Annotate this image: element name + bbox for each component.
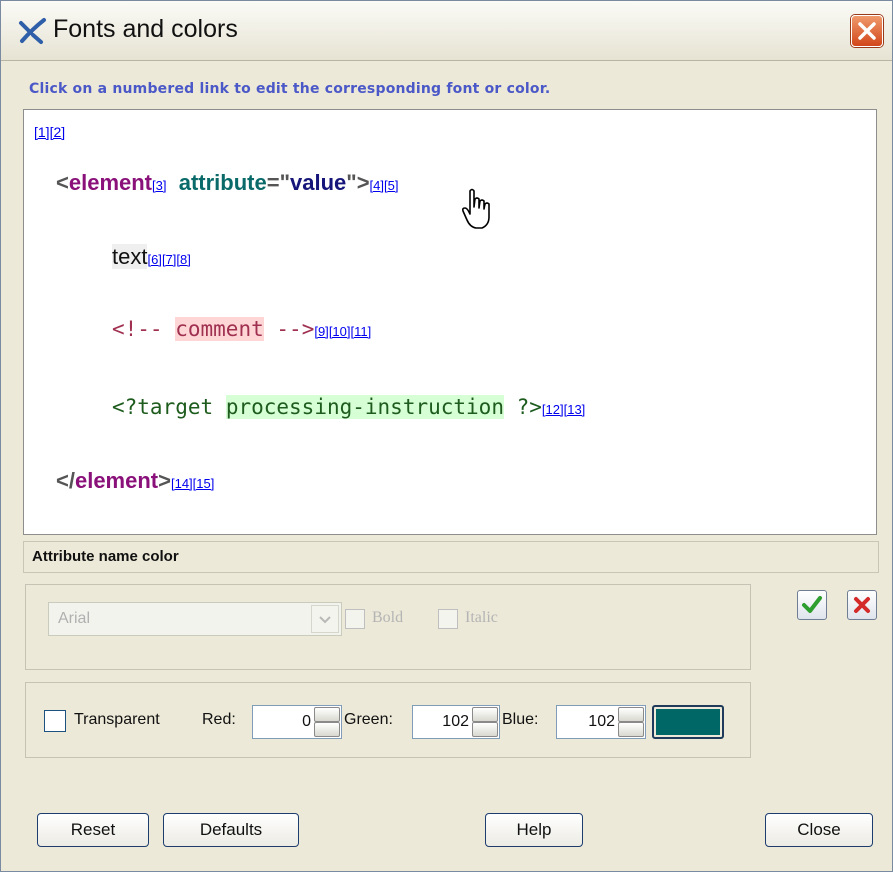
close-button[interactable]: Close [765,813,873,847]
transparent-label: Transparent [74,711,160,728]
link-15[interactable]: [15] [193,476,215,491]
window-close-button[interactable] [851,15,883,47]
color-swatch [656,709,720,735]
link-2[interactable]: [2] [50,124,66,140]
font-family-select[interactable]: Arial [48,602,342,636]
comment-body: comment [175,317,264,341]
link-7[interactable]: [7] [162,252,176,267]
cancel-edit-button[interactable] [847,590,877,620]
help-button[interactable]: Help [485,813,583,847]
element-open-line: <element[3] attribute="value">[4][5] [56,170,398,196]
blue-value: 102 [588,713,615,730]
blue-spinner[interactable]: 102 [556,705,646,739]
green-value: 102 [442,713,469,730]
close-element-name: element [74,468,159,493]
font-dropdown-button[interactable] [311,605,339,633]
fonts-and-colors-dialog: Fonts and colors Click on a numbered lin… [0,0,893,872]
link-4[interactable]: [4] [370,178,384,193]
spin-down-icon[interactable] [472,722,498,737]
blue-label: Blue: [502,711,539,728]
apply-button[interactable] [797,590,827,620]
processing-instruction-line: <?target processing-instruction ?>[12][1… [112,395,585,419]
comment-close: --> [276,317,315,341]
attribute-name: attribute [178,170,267,195]
font-group: Arial Bold Italic [25,584,751,670]
blue-spinner-arrows[interactable] [618,707,644,737]
spin-up-icon[interactable] [618,707,644,722]
color-group: Transparent Red: 0 Green: 102 Blue: 102 [25,682,751,758]
spin-up-icon[interactable] [314,707,340,722]
link-10[interactable]: [10] [329,324,351,339]
spin-up-icon[interactable] [472,707,498,722]
check-icon [802,596,822,613]
title-bar: Fonts and colors [1,1,892,61]
bold-checkbox[interactable] [345,609,365,629]
spin-down-icon[interactable] [314,722,340,737]
link-8[interactable]: [8] [176,252,190,267]
red-spinner-arrows[interactable] [314,707,340,737]
element-close-line: </element>[14][15] [56,468,214,494]
red-spinner[interactable]: 0 [252,705,342,739]
close-icon [858,22,876,40]
link-5[interactable]: [5] [384,178,398,193]
text-node: text [112,244,148,269]
selected-item-label: Attribute name color [23,541,879,573]
app-logo-icon [19,18,46,44]
green-label: Green: [344,711,393,728]
color-swatch-button[interactable] [652,705,724,739]
pi-open: <?target [112,395,214,419]
element-name: element [68,170,153,195]
bold-label: Bold [372,609,404,626]
text-node-line: text[6][7][8] [112,244,191,270]
green-spinner-arrows[interactable] [472,707,498,737]
document-links: [1][2] [34,124,65,140]
chevron-down-icon [319,616,331,624]
link-11[interactable]: [11] [351,324,372,339]
link-9[interactable]: [9] [314,324,328,339]
link-14[interactable]: [14] [171,476,193,491]
pi-close: ?> [516,395,542,419]
xml-preview-panel: [1][2] <element[3] attribute="value">[4]… [23,109,877,535]
link-6[interactable]: [6] [147,252,161,267]
tag-open-bracket: < [56,170,69,195]
green-spinner[interactable]: 102 [412,705,500,739]
link-13[interactable]: [13] [564,402,586,417]
link-12[interactable]: [12] [542,402,564,417]
pi-body: processing-instruction [225,395,504,419]
instruction-text: Click on a numbered link to edit the cor… [29,81,551,97]
red-value: 0 [302,713,311,730]
link-3[interactable]: [3] [152,178,166,193]
defaults-button[interactable]: Defaults [163,813,299,847]
window-title: Fonts and colors [53,15,238,43]
attribute-equals-quote: =" [266,170,290,195]
attribute-close-quote-bracket: "> [346,170,370,195]
link-1[interactable]: [1] [34,124,50,140]
spin-down-icon[interactable] [618,722,644,737]
hand-pointer-cursor-icon [461,188,490,229]
font-family-value: Arial [58,610,91,627]
reset-button[interactable]: Reset [37,813,149,847]
close-tag-bracket: > [158,468,171,493]
italic-label: Italic [465,609,498,626]
comment-open: <!-- [112,317,163,341]
transparent-checkbox[interactable] [44,710,66,732]
comment-line: <!-- comment -->[9][10][11] [112,317,371,341]
red-label: Red: [202,711,236,728]
close-tag-open-bracket: </ [56,468,75,493]
italic-checkbox[interactable] [438,609,458,629]
attribute-value: value [290,170,347,195]
close-icon [854,597,870,613]
